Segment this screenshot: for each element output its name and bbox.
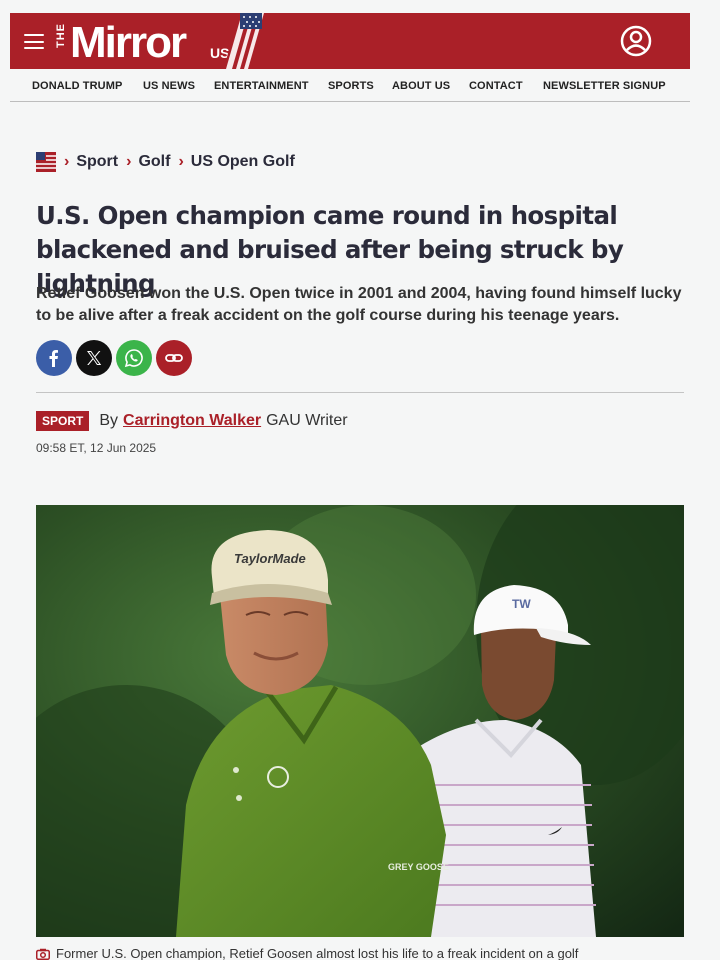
byline: SPORT By Carrington Walker GAU Writer	[36, 409, 348, 433]
home-flag-icon[interactable]	[36, 152, 56, 172]
x-icon	[87, 351, 102, 365]
caption-text: Former U.S. Open champion, Retief Goosen…	[56, 946, 579, 960]
logo-the: THE	[55, 23, 67, 48]
breadcrumb: › Sport › Golf › US Open Golf	[36, 151, 303, 173]
whatsapp-share-button[interactable]	[116, 340, 152, 376]
article-standfirst: Retief Goosen won the U.S. Open twice in…	[36, 285, 682, 324]
x-share-button[interactable]	[76, 340, 112, 376]
main-nav: DONALD TRUMP US NEWS ENTERTAINMENT SPORT…	[10, 72, 690, 102]
nav-item-contact[interactable]: CONTACT	[469, 80, 523, 92]
breadcrumb-golf[interactable]: Golf	[138, 153, 170, 171]
logo-name: Mirror	[70, 18, 187, 67]
author-role: GAU Writer	[266, 412, 348, 429]
image-caption: Former U.S. Open champion, Retief Goosen…	[36, 946, 684, 960]
nav-item-donald-trump[interactable]: DONALD TRUMP	[32, 80, 122, 92]
chevron-right-icon: ›	[64, 153, 70, 170]
cap-logo-text: TaylorMade	[234, 551, 306, 566]
breadcrumb-sport[interactable]: Sport	[76, 153, 118, 171]
share-bar	[36, 340, 192, 376]
nav-item-about-us[interactable]: ABOUT US	[392, 80, 450, 92]
svg-text:TW: TW	[512, 597, 531, 611]
masthead: THE Mirror US	[10, 13, 690, 69]
link-icon	[165, 354, 183, 362]
flag-icon	[224, 13, 266, 69]
facebook-share-button[interactable]	[36, 340, 72, 376]
nav-item-us-news[interactable]: US NEWS	[143, 80, 195, 92]
shirt-logo-text: GREY GOOSE	[388, 862, 449, 872]
nav-item-newsletter-signup[interactable]: NEWSLETTER SIGNUP	[543, 80, 666, 92]
camera-icon	[36, 948, 50, 960]
nav-item-sports[interactable]: SPORTS	[328, 80, 374, 92]
account-icon[interactable]	[620, 25, 652, 57]
author-link[interactable]: Carrington Walker	[123, 412, 261, 430]
menu-icon-bar	[24, 47, 44, 49]
publish-timestamp: 09:58 ET, 12 Jun 2025	[36, 441, 157, 455]
section-tag[interactable]: SPORT	[36, 411, 90, 431]
divider	[36, 392, 684, 393]
site-logo[interactable]: THE Mirror US	[55, 13, 266, 69]
nav-item-entertainment[interactable]: ENTERTAINMENT	[214, 80, 309, 92]
hero-image[interactable]: TW GREY GOOSE TaylorMade	[36, 505, 684, 937]
whatsapp-icon	[124, 349, 143, 368]
facebook-icon	[49, 350, 58, 367]
byline-prefix: By	[99, 412, 119, 429]
breadcrumb-us-open-golf[interactable]: US Open Golf	[191, 153, 295, 171]
chevron-right-icon: ›	[178, 153, 184, 170]
menu-icon-bar	[24, 34, 44, 36]
menu-button[interactable]	[24, 34, 44, 49]
copy-link-button[interactable]	[156, 340, 192, 376]
chevron-right-icon: ›	[126, 153, 132, 170]
golfers-photo: TW GREY GOOSE TaylorMade	[36, 505, 684, 937]
menu-icon-bar	[24, 40, 44, 43]
